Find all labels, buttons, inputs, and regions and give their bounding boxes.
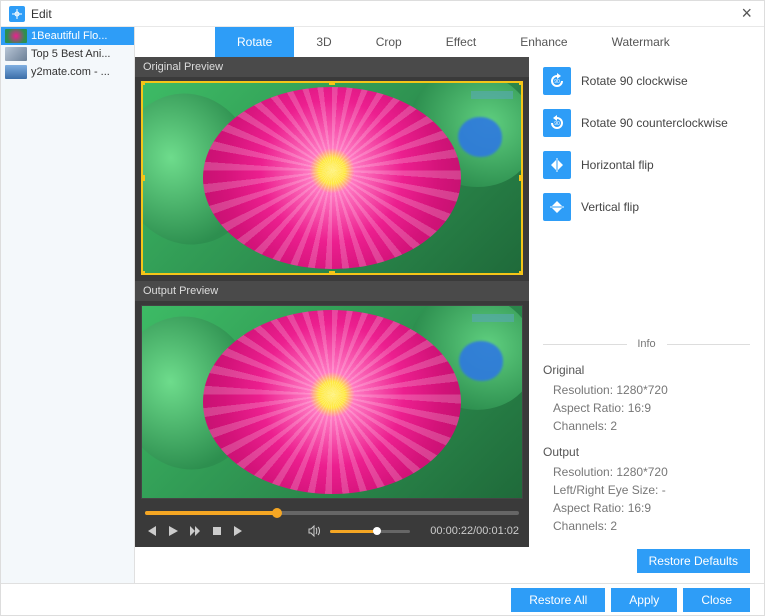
- action-label: Vertical flip: [581, 200, 639, 214]
- original-preview-image[interactable]: [141, 81, 523, 275]
- volume-icon[interactable]: [308, 525, 320, 537]
- info-original-title: Original: [543, 363, 750, 377]
- output-preview: Output Preview: [135, 281, 529, 505]
- info-row: Resolution: 1280*720: [543, 463, 750, 481]
- crop-handle[interactable]: [141, 81, 145, 85]
- watermark: [472, 314, 514, 322]
- close-button[interactable]: Close: [683, 588, 750, 612]
- rotate-ccw-button[interactable]: 90 Rotate 90 counterclockwise: [543, 109, 750, 137]
- crop-handle[interactable]: [329, 271, 335, 275]
- output-preview-image: [141, 305, 523, 499]
- prev-button[interactable]: [145, 525, 157, 537]
- info-row: Aspect Ratio: 16:9: [543, 499, 750, 517]
- action-label: Horizontal flip: [581, 158, 654, 172]
- action-label: Rotate 90 clockwise: [581, 74, 688, 88]
- tab-watermark[interactable]: Watermark: [590, 27, 692, 57]
- crop-handle[interactable]: [329, 81, 335, 85]
- info-row: Channels: 2: [543, 417, 750, 435]
- footer: Restore All Apply Close: [1, 583, 764, 616]
- app-icon: [9, 6, 25, 22]
- rotate-cw-icon: 90: [543, 67, 571, 95]
- restore-all-button[interactable]: Restore All: [511, 588, 605, 612]
- sidebar-item-2[interactable]: y2mate.com - ...: [1, 63, 134, 81]
- sidebar: 1Beautiful Flo... Top 5 Best Ani... y2ma…: [1, 27, 135, 583]
- sidebar-item-0[interactable]: 1Beautiful Flo...: [1, 27, 134, 45]
- thumbnail: [5, 47, 27, 61]
- action-label: Rotate 90 counterclockwise: [581, 116, 728, 130]
- tabs: Rotate 3D Crop Effect Enhance Watermark: [135, 27, 764, 57]
- close-icon[interactable]: ×: [737, 3, 756, 24]
- sidebar-item-label: 1Beautiful Flo...: [31, 30, 107, 42]
- thumbnail: [5, 29, 27, 43]
- volume-slider[interactable]: [330, 530, 410, 533]
- tab-enhance[interactable]: Enhance: [498, 27, 589, 57]
- tab-crop[interactable]: Crop: [354, 27, 424, 57]
- time-display: 00:00:22/00:01:02: [430, 525, 519, 537]
- info-row: Left/Right Eye Size: -: [543, 481, 750, 499]
- crop-handle[interactable]: [519, 81, 523, 85]
- info-row: Channels: 2: [543, 517, 750, 535]
- volume-handle[interactable]: [373, 527, 381, 535]
- original-preview-label: Original Preview: [135, 57, 529, 77]
- flip-v-icon: [543, 193, 571, 221]
- rotate-ccw-icon: 90: [543, 109, 571, 137]
- info-output-title: Output: [543, 445, 750, 459]
- svg-text:90: 90: [554, 79, 560, 85]
- timeline[interactable]: [145, 511, 519, 515]
- flip-horizontal-button[interactable]: Horizontal flip: [543, 151, 750, 179]
- player-controls: 00:00:22/00:01:02: [135, 505, 529, 547]
- info-panel: Info Original Resolution: 1280*720 Aspec…: [543, 344, 750, 545]
- original-preview: Original Preview: [135, 57, 529, 281]
- play-button[interactable]: [167, 525, 179, 537]
- flip-vertical-button[interactable]: Vertical flip: [543, 193, 750, 221]
- crop-handle[interactable]: [141, 271, 145, 275]
- tab-3d[interactable]: 3D: [294, 27, 353, 57]
- tab-effect[interactable]: Effect: [424, 27, 498, 57]
- tab-rotate[interactable]: Rotate: [215, 27, 294, 57]
- crop-handle[interactable]: [519, 271, 523, 275]
- apply-button[interactable]: Apply: [611, 588, 677, 612]
- thumbnail: [5, 65, 27, 79]
- sidebar-item-1[interactable]: Top 5 Best Ani...: [1, 45, 134, 63]
- window-title: Edit: [31, 7, 737, 21]
- crop-handle[interactable]: [519, 175, 523, 181]
- flip-h-icon: [543, 151, 571, 179]
- rotate-cw-button[interactable]: 90 Rotate 90 clockwise: [543, 67, 750, 95]
- sidebar-item-label: y2mate.com - ...: [31, 66, 110, 78]
- info-row: Resolution: 1280*720: [543, 381, 750, 399]
- titlebar: Edit ×: [1, 1, 764, 27]
- restore-defaults-button[interactable]: Restore Defaults: [637, 549, 750, 573]
- watermark: [471, 91, 513, 99]
- info-row: Aspect Ratio: 16:9: [543, 399, 750, 417]
- svg-text:90: 90: [554, 121, 560, 127]
- output-preview-label: Output Preview: [135, 281, 529, 301]
- next-button[interactable]: [233, 525, 245, 537]
- timeline-handle[interactable]: [272, 508, 282, 518]
- info-header: Info: [627, 338, 667, 350]
- stop-button[interactable]: [211, 525, 223, 537]
- crop-handle[interactable]: [141, 175, 145, 181]
- fast-forward-button[interactable]: [189, 525, 201, 537]
- sidebar-item-label: Top 5 Best Ani...: [31, 48, 111, 60]
